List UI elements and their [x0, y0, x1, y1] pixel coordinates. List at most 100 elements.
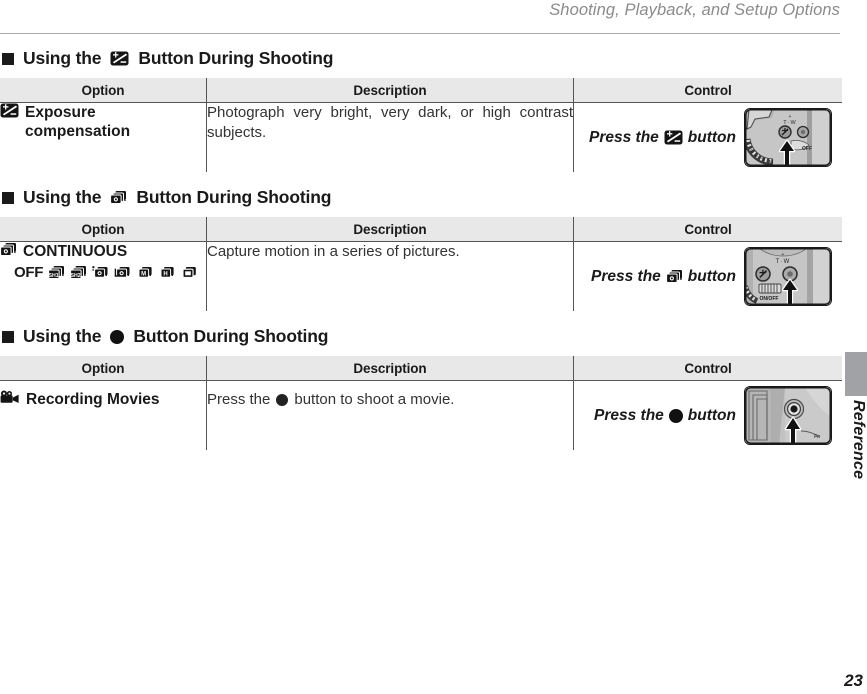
control-prefix: Press the [594, 406, 664, 424]
svg-text:M: M [769, 159, 773, 164]
control-prefix: Press the [589, 128, 659, 146]
description-text: Press the button to shoot a movie. [207, 390, 573, 410]
description-suffix: button to shoot a movie. [294, 391, 455, 408]
page-content: Using the Button During Shooting Option … [0, 48, 842, 450]
cell-control: Press the button + T·W ON/OFF [573, 241, 842, 311]
cell-description: Press the button to shoot a movie. [206, 380, 574, 450]
drive-sh2-icon: SH2 [70, 265, 87, 280]
option-label-line1: Recording Movies [26, 391, 160, 408]
exposure-compensation-icon [110, 51, 129, 66]
section-heading-prefix: Using the [23, 48, 102, 68]
control-suffix: button [687, 406, 736, 424]
control-prefix: Press the [591, 267, 661, 285]
drive-continuous-stack-icon [180, 265, 197, 280]
option-title: Exposure [0, 103, 206, 122]
cell-option: Recording Movies [0, 380, 207, 450]
svg-text:Fn: Fn [814, 434, 820, 440]
option-label-line1: Exposure [25, 104, 96, 121]
section-heading-suffix: Button During Shooting [138, 48, 334, 68]
exposure-compensation-icon [664, 130, 683, 145]
cell-control: Press the button [573, 380, 842, 450]
svg-text:+: + [782, 252, 785, 258]
column-header-control: Control [573, 78, 842, 103]
description-text: Capture motion in a series of pictures. [207, 243, 460, 260]
option-label-line2: compensation [25, 123, 131, 141]
description-prefix: Press the [207, 391, 271, 408]
drive-mode-off-label: OFF [14, 264, 44, 282]
section-tab-marker [845, 352, 867, 396]
control-instruction: Press the button [591, 268, 736, 286]
square-bullet-icon [2, 52, 14, 65]
continuous-shooting-icon [665, 269, 683, 284]
options-table-continuous-shooting: Option Description Control CONTINUOUS OF… [0, 217, 842, 311]
section-heading-suffix: Button During Shooting [136, 187, 332, 207]
table-header-row: Option Description Control [0, 356, 842, 381]
options-table-recording-movies: Option Description Control Recording Mov… [0, 356, 842, 450]
table-row: Exposure compensation Photograph very br… [0, 102, 842, 172]
record-dot-icon [276, 394, 289, 407]
camera-top-dial-continuous-button-illustration: + T·W ON/OFF [744, 247, 832, 306]
control-wrapper: Press the button + T·W ON/OFF [574, 242, 842, 311]
svg-text:T·W: T·W [776, 259, 791, 265]
table-row: CONTINUOUS OFF SH1 SH2 M H Capture motio… [0, 241, 842, 311]
control-suffix: button [687, 267, 736, 285]
cell-control: Press the button [573, 102, 842, 172]
options-table-exposure-compensation: Option Description Control Exposure comp… [0, 78, 842, 172]
running-header-title: Shooting, Playback, and Setup Options [549, 1, 840, 19]
page-number: 23 [844, 671, 863, 690]
column-header-description: Description [206, 356, 574, 381]
drive-continuous-h-icon: H [158, 265, 175, 280]
table-row: Recording Movies Press the button to sho… [0, 380, 842, 450]
description-text: Photograph very bright, very dark, or hi… [207, 104, 573, 142]
option-title: CONTINUOUS [0, 242, 206, 261]
drive-mode-icon-strip: OFF SH1 SH2 M H [0, 264, 206, 281]
control-wrapper: Press the button [574, 103, 842, 172]
square-bullet-icon [2, 330, 14, 343]
cell-description: Capture motion in a series of pictures. [206, 241, 574, 311]
section-heading-continuous-shooting: Using the Button During Shooting [0, 187, 840, 208]
drive-continuous-low-icon [114, 265, 131, 280]
column-header-option: Option [0, 78, 207, 103]
camera-top-dial-exposure-button-illustration: + T·W OFF P A S M [744, 108, 832, 167]
option-label-line1: CONTINUOUS [23, 243, 128, 260]
drive-continuous-m-icon: M [136, 265, 153, 280]
column-header-option: Option [0, 356, 207, 381]
control-suffix: button [687, 128, 736, 146]
continuous-shooting-icon [0, 242, 17, 257]
exposure-compensation-icon [0, 103, 19, 118]
section-heading-suffix: Button During Shooting [133, 326, 329, 346]
section-heading-prefix: Using the [23, 326, 102, 346]
control-instruction: Press the button [594, 407, 736, 425]
column-header-description: Description [206, 217, 574, 242]
control-instruction: Press the button [589, 129, 736, 147]
section-heading-prefix: Using the [23, 187, 102, 207]
cell-description: Photograph very bright, very dark, or hi… [206, 102, 574, 172]
continuous-shooting-icon [110, 190, 127, 205]
table-header-row: Option Description Control [0, 78, 842, 103]
record-dot-icon [668, 408, 683, 423]
column-header-option: Option [0, 217, 207, 242]
section-tab-label: Reference [850, 400, 867, 480]
svg-text:T·W: T·W [783, 120, 796, 126]
cell-option: CONTINUOUS OFF SH1 SH2 M H [0, 241, 207, 311]
square-bullet-icon [2, 191, 14, 204]
table-header-row: Option Description Control [0, 217, 842, 242]
section-heading-exposure-compensation: Using the Button During Shooting [0, 48, 840, 69]
cell-option: Exposure compensation [0, 102, 207, 172]
svg-text:SH1: SH1 [49, 273, 59, 279]
option-title: Recording Movies [0, 390, 206, 409]
svg-text:ON/OFF: ON/OFF [760, 296, 779, 302]
column-header-control: Control [573, 356, 842, 381]
drive-continuous-high-icon [92, 265, 109, 280]
page-header: Shooting, Playback, and Setup Options [0, 0, 840, 40]
header-divider-rule [0, 33, 840, 34]
control-wrapper: Press the button [574, 381, 842, 450]
movie-camera-icon [0, 390, 20, 405]
column-header-control: Control [573, 217, 842, 242]
camera-rear-record-button-illustration: Fn [744, 386, 832, 445]
svg-text:H: H [164, 272, 168, 278]
drive-sh1-icon: SH1 [48, 265, 65, 280]
record-dot-icon [110, 329, 125, 344]
svg-text:SH2: SH2 [71, 273, 81, 279]
svg-text:OFF: OFF [802, 146, 812, 152]
